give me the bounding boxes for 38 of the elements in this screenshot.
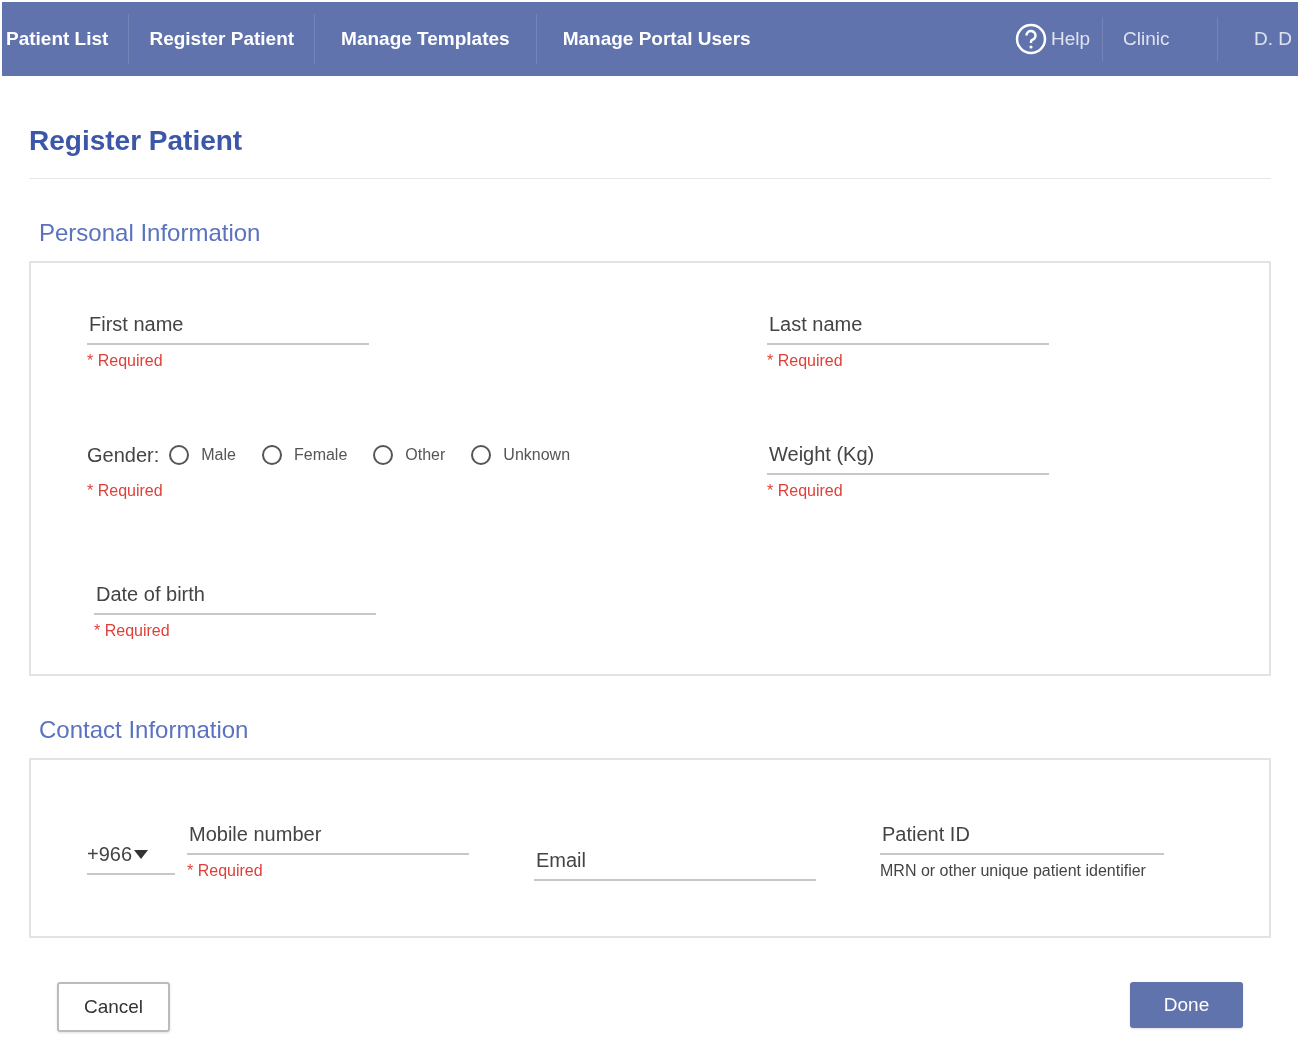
text-field[interactable]: Email: [534, 841, 816, 881]
radio-option[interactable]: Unknown: [471, 443, 571, 467]
nav-link[interactable]: Register Patient: [129, 14, 316, 64]
required-hint: * Required: [87, 351, 164, 371]
radio-button[interactable]: [373, 445, 394, 465]
section-title: Contact Information: [39, 715, 250, 745]
nav-link[interactable]: Manage Portal Users: [536, 14, 777, 64]
nav-link[interactable]: Patient List: [2, 14, 130, 64]
required-hint: * Required: [94, 621, 171, 641]
radio-button[interactable]: [261, 445, 282, 465]
text-field[interactable]: Mobile number: [187, 815, 469, 855]
field-hint: MRN or other unique patient identifier: [880, 861, 1147, 881]
radio-option[interactable]: Male: [169, 443, 236, 467]
country-code-dropdown[interactable]: +966: [87, 835, 175, 875]
radio-option[interactable]: Other: [373, 443, 446, 467]
required-hint: * Required: [767, 481, 844, 501]
help-link[interactable]: Help: [1014, 17, 1103, 61]
clinic-link[interactable]: Clinic: [1103, 17, 1218, 61]
section-title: Personal Information: [39, 218, 262, 248]
required-hint: * Required: [767, 351, 844, 371]
text-field[interactable]: Last name: [767, 305, 1049, 345]
text-field[interactable]: Patient ID: [880, 815, 1164, 855]
radio-option[interactable]: Female: [261, 443, 348, 467]
text-field[interactable]: First name: [87, 305, 369, 345]
text-field[interactable]: Date of birth: [94, 575, 376, 615]
nav-link[interactable]: Manage Templates: [315, 14, 537, 64]
user-menu[interactable]: D. D: [1218, 24, 1298, 54]
help-icon: [1014, 23, 1047, 55]
done-button[interactable]: Done: [1130, 982, 1243, 1028]
page-title: Register Patient: [29, 76, 1271, 179]
radio-button[interactable]: [471, 445, 492, 465]
caret-icon: [134, 849, 149, 859]
text-field[interactable]: Weight (Kg): [767, 435, 1049, 475]
required-hint: * Required: [87, 481, 164, 501]
required-hint: * Required: [187, 861, 264, 881]
gender-label: Gender:: [87, 443, 160, 468]
cancel-button[interactable]: Cancel: [57, 982, 170, 1032]
radio-button[interactable]: [169, 445, 190, 465]
